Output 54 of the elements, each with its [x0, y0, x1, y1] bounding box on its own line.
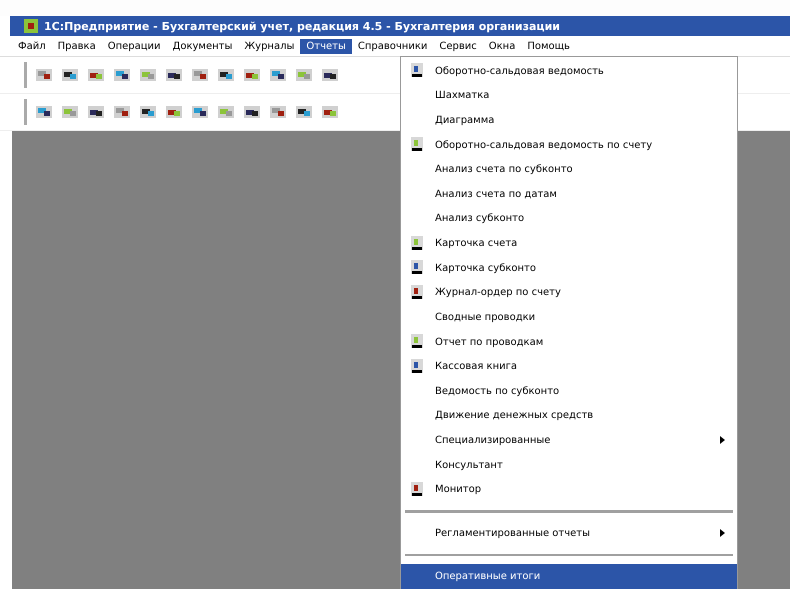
toolbar-icon[interactable] [113, 103, 131, 121]
menu-item[interactable]: Справочники [352, 38, 434, 54]
menu-entry[interactable]: Отчет по проводкам [401, 330, 737, 354]
menu-entry[interactable]: Монитор [401, 477, 737, 502]
menu-entry[interactable]: Сводные проводки [401, 305, 737, 330]
submenu-arrow-icon [720, 529, 725, 538]
menu-entry[interactable]: Оборотно-сальдовая ведомость [401, 59, 737, 84]
menu-entry[interactable]: Регламентированные отчеты [401, 520, 737, 546]
toolbar-icon[interactable] [191, 66, 209, 84]
menu-item[interactable]: Документы [166, 38, 238, 54]
menu-entry[interactable]: Ведомость по субконто [401, 378, 737, 404]
menu-entry[interactable]: Консультант [401, 452, 737, 478]
menu-item[interactable]: Помощь [521, 38, 576, 54]
menu-item[interactable]: Операции [102, 38, 167, 54]
menu-entry[interactable]: Диаграмма [401, 108, 737, 133]
menu-item[interactable]: Окна [482, 38, 522, 54]
menu-item[interactable]: Файл [12, 38, 52, 54]
menu-entry[interactable]: Карточка счета [401, 231, 737, 256]
menu-entry[interactable]: Специализированные [401, 428, 737, 453]
toolbar-icon[interactable] [139, 103, 157, 121]
toolbar-icon[interactable] [217, 66, 235, 84]
toolbar-icon[interactable] [165, 103, 183, 121]
menu-entry[interactable]: Оборотно-сальдовая ведомость по счету [401, 132, 737, 158]
menu-entry[interactable]: Анализ счета по субконто [401, 157, 737, 182]
app-icon [24, 19, 38, 33]
menu-item[interactable]: Отчеты [300, 38, 352, 54]
menu-item[interactable]: Сервис [433, 38, 483, 54]
menu-entry[interactable]: Анализ счета по датам [401, 182, 737, 207]
toolbar-icon[interactable] [35, 103, 53, 121]
menu-item[interactable]: Журналы [238, 38, 300, 54]
toolbar-icon[interactable] [269, 103, 287, 121]
toolbar-icon[interactable] [243, 66, 261, 84]
toolbar-icon[interactable] [321, 66, 339, 84]
menu-item[interactable]: Правка [52, 38, 102, 54]
menu-entry[interactable]: Кассовая книга [401, 354, 737, 379]
toolbar-icon[interactable] [269, 66, 287, 84]
menu-entry[interactable]: Журнал-ордер по счету [401, 280, 737, 306]
toolbar-icon[interactable] [35, 66, 53, 84]
menu-entry[interactable]: Оперативные итоги [401, 564, 737, 589]
toolbar-icon[interactable] [165, 66, 183, 84]
menu-entry[interactable]: Анализ субконто [401, 206, 737, 232]
submenu-arrow-icon [720, 436, 725, 444]
menu-entry[interactable]: Шахматка [401, 84, 737, 108]
window-title: 1С:Предприятие - Бухгалтерский учет, редакция 4.5 - Бухгалтерия организации [44, 20, 560, 32]
toolbar-icon[interactable] [295, 103, 313, 121]
menu-entry[interactable]: Карточка субконто [401, 256, 737, 280]
toolbar-icon[interactable] [321, 103, 339, 121]
toolbar-icon[interactable] [87, 103, 105, 121]
menu-entry[interactable]: Движение денежных средств [401, 404, 737, 428]
toolbar-icon[interactable] [243, 103, 261, 121]
toolbar-icon[interactable] [191, 103, 209, 121]
toolbar-icon[interactable] [113, 66, 131, 84]
toolbar-icon[interactable] [87, 66, 105, 84]
toolbar-icon[interactable] [61, 66, 79, 84]
